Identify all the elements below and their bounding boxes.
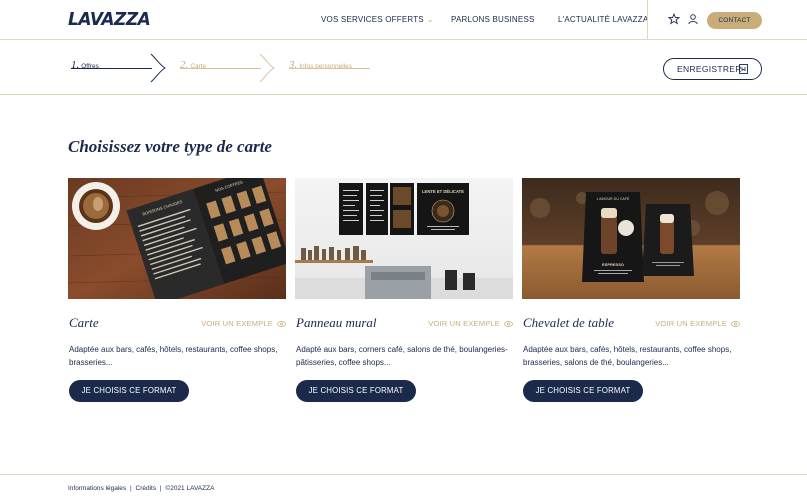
bookmark-icon	[739, 64, 748, 74]
choose-format-button[interactable]: JE CHOISIS CE FORMAT	[69, 380, 189, 402]
nav-services-label: VOS SERVICES OFFERTS	[321, 15, 424, 24]
card-title: Chevalet de table	[523, 315, 614, 330]
chevron-down-icon: ⌄	[426, 15, 434, 24]
lavazza-logo[interactable]: LAVAZZA	[68, 10, 151, 31]
step-arrow-icon	[259, 53, 275, 83]
nav-news[interactable]: L'ACTUALITÉ LAVAZZA	[558, 15, 648, 24]
eye-icon	[731, 321, 740, 327]
eye-icon	[277, 321, 286, 327]
choose-format-button[interactable]: JE CHOISIS CE FORMAT	[523, 380, 643, 402]
star-icon[interactable]	[668, 13, 680, 25]
card-carte: BOISSONS CHAUDES NOS COFFEES Carte VOIR …	[68, 178, 286, 402]
step-underline	[180, 68, 261, 69]
card-description: Adapté aux bars, corners café, salons de…	[296, 345, 508, 367]
footer-credits-link[interactable]: Crédits	[136, 485, 157, 492]
nav-services[interactable]: VOS SERVICES OFFERTS ⌄	[321, 15, 434, 24]
card-description: Adaptée aux bars, cafés, hôtels, restaur…	[69, 345, 278, 367]
footer-separator: |	[129, 485, 132, 492]
card-title: Panneau mural	[296, 315, 377, 330]
steps-bar: 1. Offres 2. Carte 3. Infos personnelles EN…	[0, 41, 807, 95]
menu-card-image: BOISSONS CHAUDES NOS COFFEES	[68, 178, 286, 299]
header-divider	[647, 0, 648, 40]
step-number: 3.	[289, 59, 298, 71]
card-panneau-mural: LENTE ET DÉLICATE Panneau mural VOIR UN …	[295, 178, 513, 402]
save-button-label: ENREGISTRER	[677, 64, 742, 74]
tent-bottom-text: ESPRESSO	[602, 262, 624, 267]
wall-panel-text: LENTE ET DÉLICATE	[422, 189, 464, 194]
user-icon[interactable]	[687, 13, 699, 25]
view-example-label: VOIR UN EXEMPLE	[428, 319, 500, 328]
contact-button[interactable]: CONTACT	[707, 12, 762, 29]
eye-icon	[504, 321, 513, 327]
nav-business[interactable]: PARLONS BUSINESS	[451, 15, 535, 24]
tent-top-text: L'AMOUR DU CAFÉ	[597, 196, 630, 201]
view-example-link[interactable]: VOIR UN EXEMPLE	[201, 319, 286, 328]
save-button[interactable]: ENREGISTRER	[663, 58, 762, 80]
view-example-link[interactable]: VOIR UN EXEMPLE	[655, 319, 740, 328]
step-number: 2.	[180, 59, 189, 71]
view-example-link[interactable]: VOIR UN EXEMPLE	[428, 319, 513, 328]
card-description: Adaptée aux bars, cafés, hôtels, restaur…	[523, 345, 732, 367]
step-underline	[71, 68, 152, 69]
view-example-label: VOIR UN EXEMPLE	[201, 319, 273, 328]
table-tent-image: L'AMOUR DU CAFÉ ESPRESSO	[522, 178, 740, 299]
site-header: LAVAZZA VOS SERVICES OFFERTS ⌄ PARLONS BU…	[0, 0, 807, 40]
page-title: Choisissez votre type de carte	[68, 137, 272, 156]
wall-panel-image: LENTE ET DÉLICATE	[295, 178, 513, 299]
view-example-label: VOIR UN EXEMPLE	[655, 319, 727, 328]
step-underline	[289, 68, 370, 69]
footer-divider	[0, 474, 807, 475]
step-arrow-icon	[150, 53, 166, 83]
step-number: 1.	[71, 59, 80, 71]
site-footer: Informations légales | Crédits | ©2021 L…	[68, 485, 216, 492]
footer-legal-link[interactable]: Informations légales	[68, 485, 126, 492]
choose-format-button[interactable]: JE CHOISIS CE FORMAT	[296, 380, 416, 402]
card-title: Carte	[69, 315, 99, 330]
footer-separator: |	[159, 485, 162, 492]
card-chevalet-de-table: L'AMOUR DU CAFÉ ESPRESSO Chevalet de tab…	[522, 178, 740, 402]
footer-copyright: ©2021 LAVAZZA	[165, 485, 215, 492]
